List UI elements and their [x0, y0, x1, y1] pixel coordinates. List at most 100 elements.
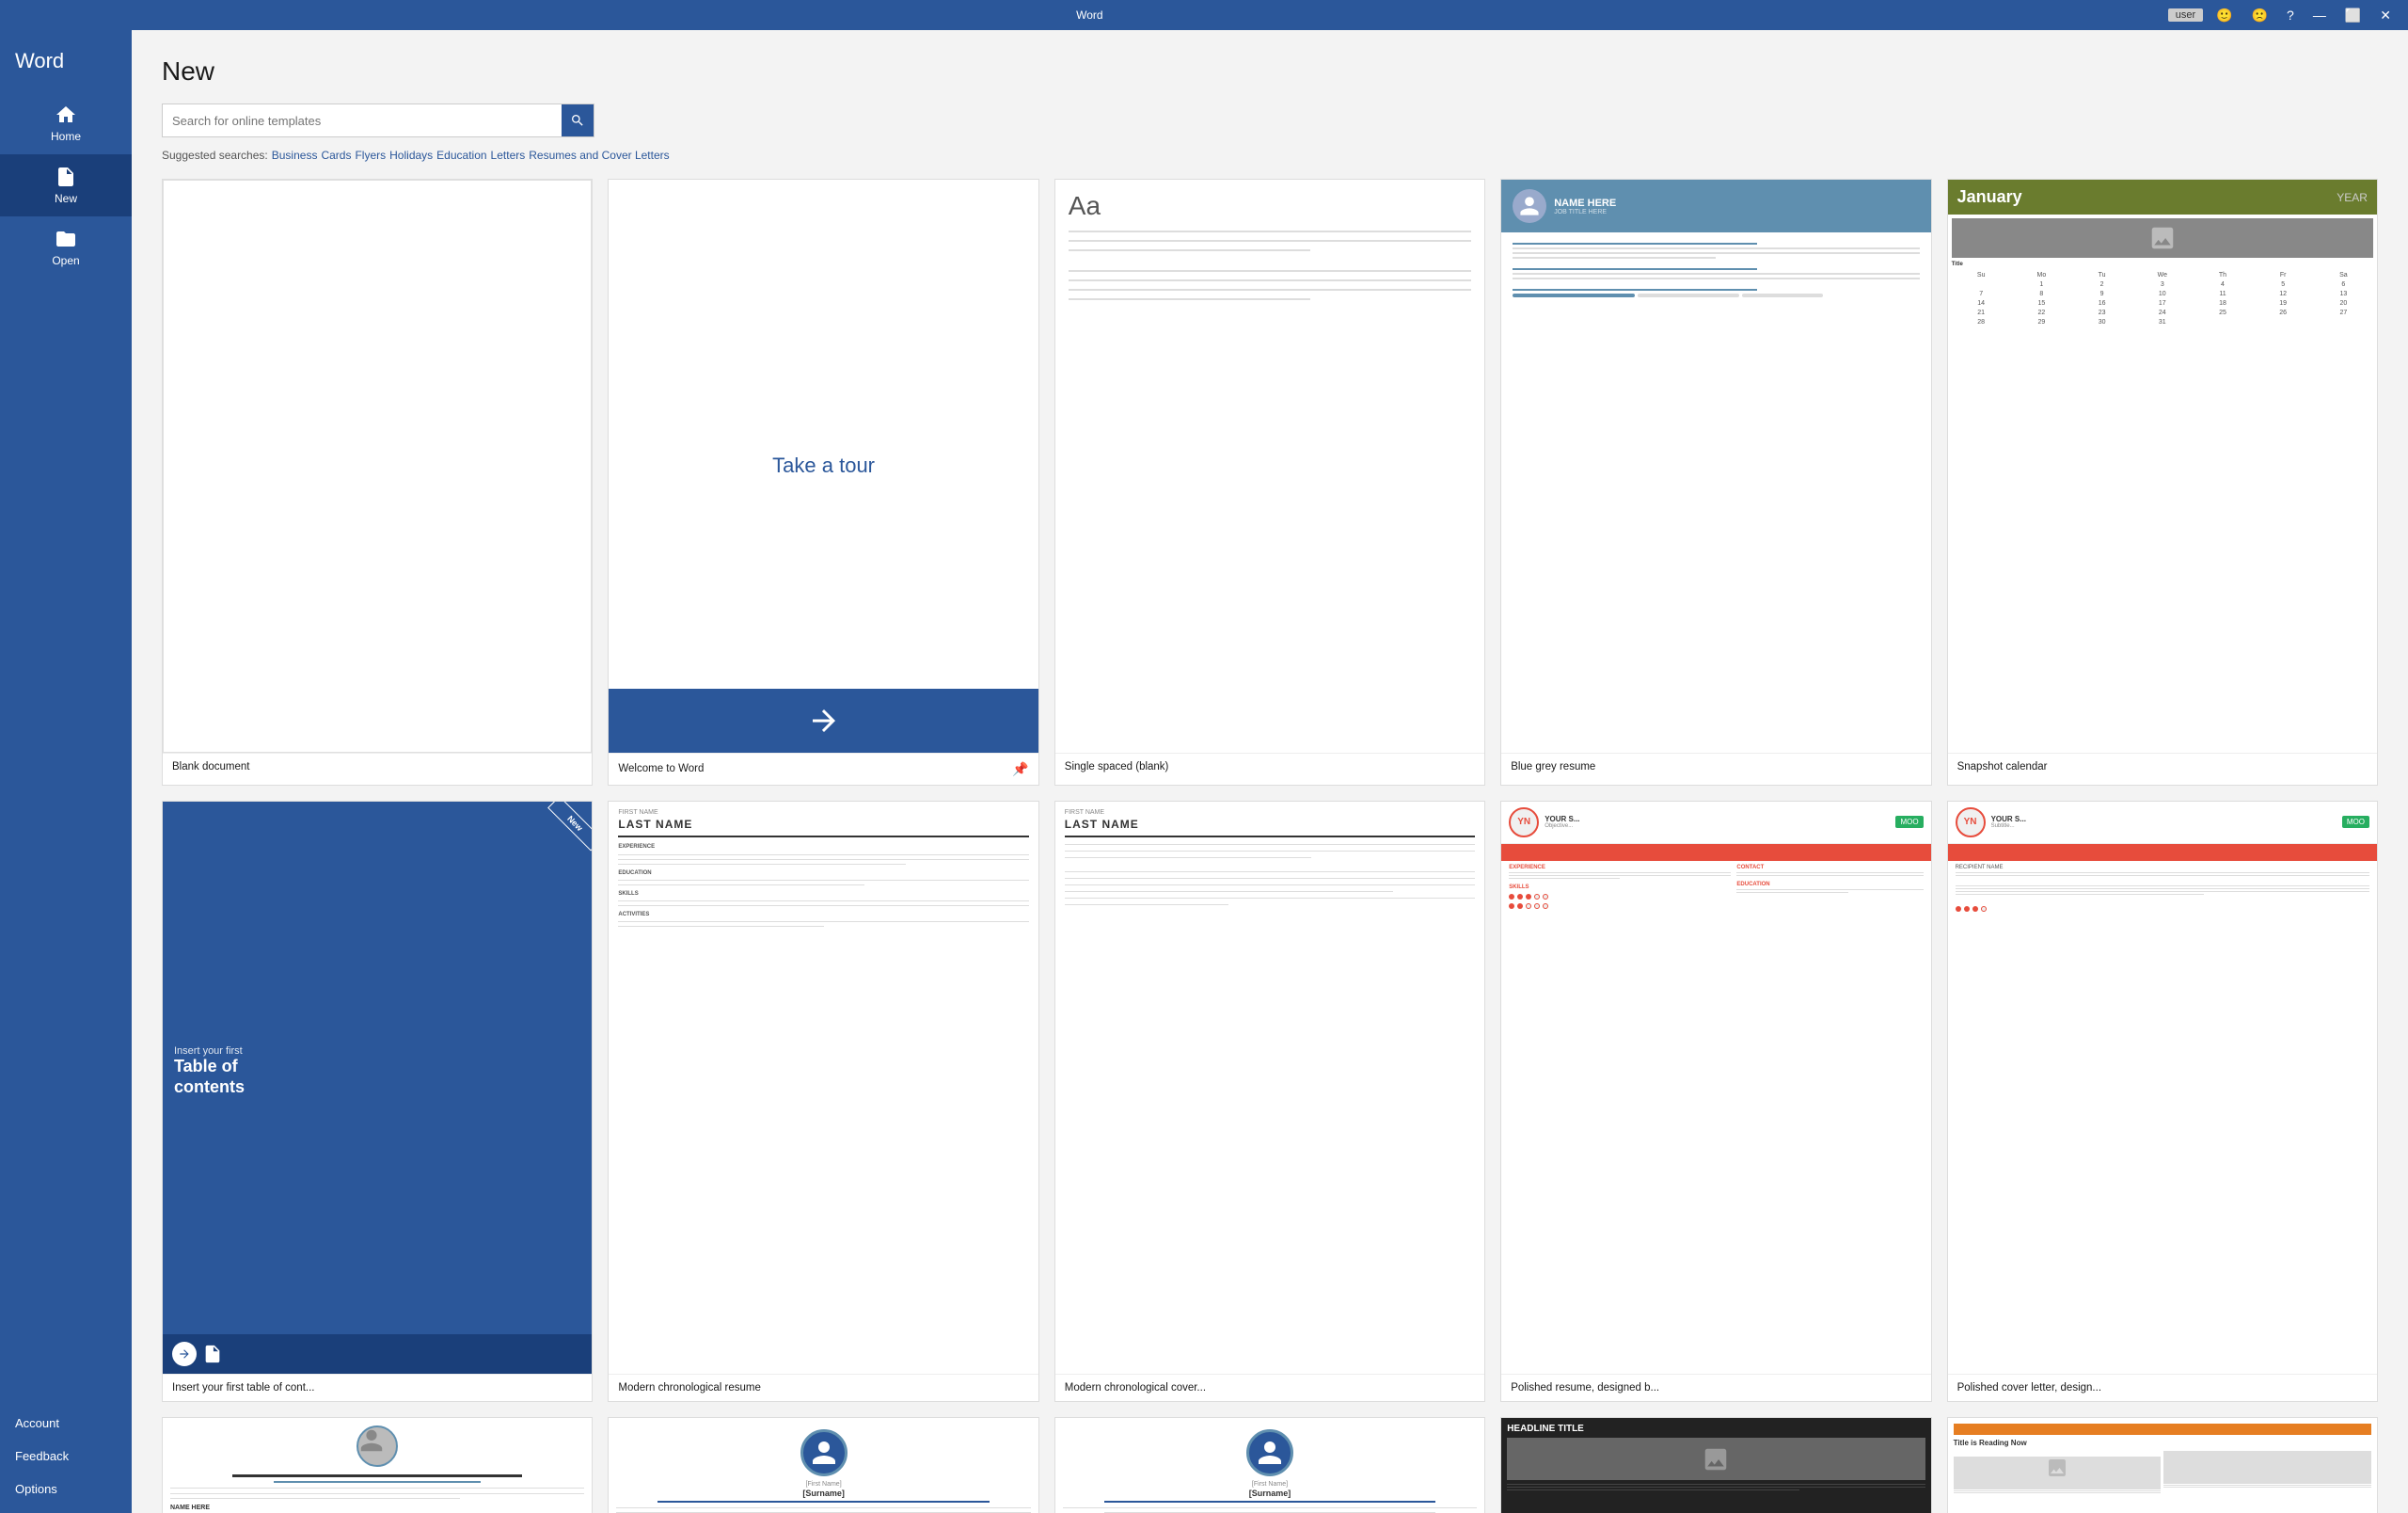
on-grid	[1954, 1451, 2371, 1494]
toc-bottom	[163, 1334, 592, 1374]
template-card-polished-resume[interactable]: YN YOUR S... Objective... MOO EXPE	[1500, 801, 1931, 1403]
dn-title: HEADLINE TITLE	[1507, 1424, 1925, 1434]
pin-icon[interactable]: 📌	[1012, 761, 1028, 777]
open-icon	[55, 228, 77, 250]
template-card-blue-circular-resume[interactable]: [First Name] [Surname] Blue circular res…	[608, 1417, 1038, 1513]
template-card-circular-resume[interactable]: NAME HERE Circular resume	[162, 1417, 593, 1513]
ss-line-5	[1069, 279, 1471, 281]
cal-image	[1952, 218, 2373, 258]
search-input[interactable]	[163, 107, 562, 135]
mc-firstname: FIRST NAME	[1065, 809, 1475, 816]
calendar-preview: January YEAR Title SuMoTuWeThFrSa 123456…	[1948, 180, 2377, 753]
blue-circ-cover-person-icon	[1256, 1439, 1284, 1467]
sidebar-item-new[interactable]: New	[0, 154, 132, 216]
circ-person-icon	[358, 1427, 385, 1454]
sidebar-new-label: New	[55, 192, 77, 205]
resume-preview: NAME HERE JOB TITLE HERE	[1501, 180, 1930, 753]
polished-left-col: EXPERIENCE SKILLS	[1509, 865, 1731, 1371]
circ-name-text: NAME HERE	[170, 1505, 584, 1511]
template-label-tour: Welcome to Word 📌	[609, 753, 1038, 785]
resume-section-2	[1513, 268, 1756, 270]
polished-cover-moo-badge: MOO	[2342, 816, 2369, 828]
mr-firstname: FIRST NAME	[618, 809, 1028, 816]
template-label-single-spaced: Single spaced (blank)	[1055, 753, 1484, 780]
template-preview-dark-newsletter: HEADLINE TITLE	[1501, 1418, 1930, 1513]
suggested-searches: Suggested searches: Business Cards Flyer…	[162, 149, 2378, 162]
search-button[interactable]	[562, 104, 594, 136]
resume-header: NAME HERE JOB TITLE HERE	[1501, 180, 1930, 232]
template-card-polished-cover[interactable]: YN YOUR S... Subtitle... MOO RECIP	[1947, 801, 2378, 1403]
sidebar-item-open[interactable]: Open	[0, 216, 132, 279]
template-card-snapshot-calendar[interactable]: January YEAR Title SuMoTuWeThFrSa 123456…	[1947, 179, 2378, 786]
polished-cover-body: RECIPIENT NAME	[1948, 861, 2377, 1375]
resume-avatar	[1513, 189, 1546, 223]
person-icon	[1518, 195, 1541, 217]
blue-circ-person-icon	[810, 1439, 838, 1467]
polished-cover-yn: YN	[1956, 807, 1986, 837]
sidebar-feedback[interactable]: Feedback	[0, 1440, 132, 1473]
template-card-toc[interactable]: New Insert your first Table ofcontents	[162, 801, 593, 1403]
resume-section-1	[1513, 243, 1756, 245]
emoji-happy-icon[interactable]: 🙂	[2210, 6, 2238, 25]
polished-body: EXPERIENCE SKILLS	[1501, 861, 1930, 1375]
suggested-cards[interactable]: Cards	[321, 149, 351, 162]
template-card-blank[interactable]: Blank document	[162, 179, 593, 786]
sidebar-account[interactable]: Account	[0, 1407, 132, 1440]
tour-arrow-icon	[807, 704, 841, 738]
blue-circ-cover-avatar	[1246, 1429, 1293, 1476]
template-preview-single-spaced: Aa	[1055, 180, 1484, 753]
template-card-single-spaced[interactable]: Aa Single spaced (blank)	[1054, 179, 1485, 786]
suggested-label: Suggested searches:	[162, 149, 268, 162]
suggested-letters[interactable]: Letters	[491, 149, 526, 162]
suggested-resumes[interactable]: Resumes and Cover Letters	[529, 149, 669, 162]
template-card-blue-grey-resume[interactable]: NAME HERE JOB TITLE HERE	[1500, 179, 1931, 786]
template-preview-polished-cover: YN YOUR S... Subtitle... MOO RECIP	[1948, 802, 2377, 1375]
template-preview-blue-grey-resume: NAME HERE JOB TITLE HERE	[1501, 180, 1930, 753]
ss-line-3	[1069, 249, 1310, 251]
resume-body	[1501, 232, 1930, 753]
minimize-button[interactable]: —	[2307, 6, 2332, 24]
dark-img-icon	[1702, 1445, 1730, 1473]
help-icon[interactable]: ?	[2281, 6, 2300, 24]
calendar-img-placeholder	[2144, 224, 2181, 252]
suggested-education[interactable]: Education	[436, 149, 486, 162]
polished-right-col: CONTACT EDUCATION	[1736, 865, 1923, 1371]
template-label-blank: Blank document	[163, 753, 592, 780]
cal-header: January YEAR	[1948, 180, 2377, 215]
main-content: New Suggested searches: Business Cards F…	[132, 30, 2408, 1513]
template-preview-orange-newsletter: Title is Reading Now	[1948, 1418, 2377, 1513]
template-card-tour[interactable]: Take a tour Welcome to Word 📌	[608, 179, 1038, 786]
maximize-button[interactable]: ⬜	[2339, 6, 2367, 25]
modern-resume-preview: FIRST NAME LAST NAME EXPERIENCE EDUCATIO…	[609, 802, 1038, 1375]
resume-section-3	[1513, 289, 1756, 291]
sidebar: Word Home New Open Account	[0, 30, 132, 1513]
template-card-modern-cover[interactable]: FIRST NAME LAST NAME	[1054, 801, 1485, 1403]
ss-line-7	[1069, 298, 1310, 300]
polished-header: YN YOUR S... Objective... MOO	[1501, 802, 1930, 844]
dark-newsletter-preview: HEADLINE TITLE	[1501, 1418, 1930, 1513]
toc-title-text: Table ofcontents	[174, 1057, 580, 1097]
template-card-orange-newsletter[interactable]: Title is Reading Now	[1947, 1417, 2378, 1513]
template-preview-snapshot-calendar: January YEAR Title SuMoTuWeThFrSa 123456…	[1948, 180, 2377, 753]
resume-name-block: NAME HERE JOB TITLE HERE	[1554, 198, 1919, 215]
suggested-holidays[interactable]: Holidays	[389, 149, 433, 162]
suggested-flyers[interactable]: Flyers	[355, 149, 386, 162]
sidebar-item-home[interactable]: Home	[0, 92, 132, 154]
new-ribbon: New	[535, 802, 592, 858]
emoji-sad-icon[interactable]: 🙁	[2246, 6, 2273, 25]
sidebar-options[interactable]: Options	[0, 1473, 132, 1505]
close-button[interactable]: ✕	[2374, 6, 2397, 25]
title-bar: Word user 🙂 🙁 ? — ⬜ ✕	[0, 0, 2408, 30]
mr-divider	[618, 836, 1028, 837]
template-label-snapshot-calendar: Snapshot calendar	[1948, 753, 2377, 780]
app-title: Word	[0, 38, 132, 92]
template-card-blue-circular-cover[interactable]: [First Name] [Surname] Blue circular cov…	[1054, 1417, 1485, 1513]
template-card-modern-resume[interactable]: FIRST NAME LAST NAME EXPERIENCE EDUCATIO…	[608, 801, 1038, 1403]
ss-aa: Aa	[1069, 191, 1471, 221]
circ-name-line	[232, 1474, 522, 1477]
template-label-modern-resume: Modern chronological resume	[609, 1374, 1038, 1401]
template-card-dark-newsletter[interactable]: HEADLINE TITLE Dark newsl	[1500, 1417, 1931, 1513]
single-spaced-preview: Aa	[1055, 180, 1484, 753]
template-label-polished-resume: Polished resume, designed b...	[1501, 1374, 1930, 1401]
suggested-business[interactable]: Business	[272, 149, 318, 162]
